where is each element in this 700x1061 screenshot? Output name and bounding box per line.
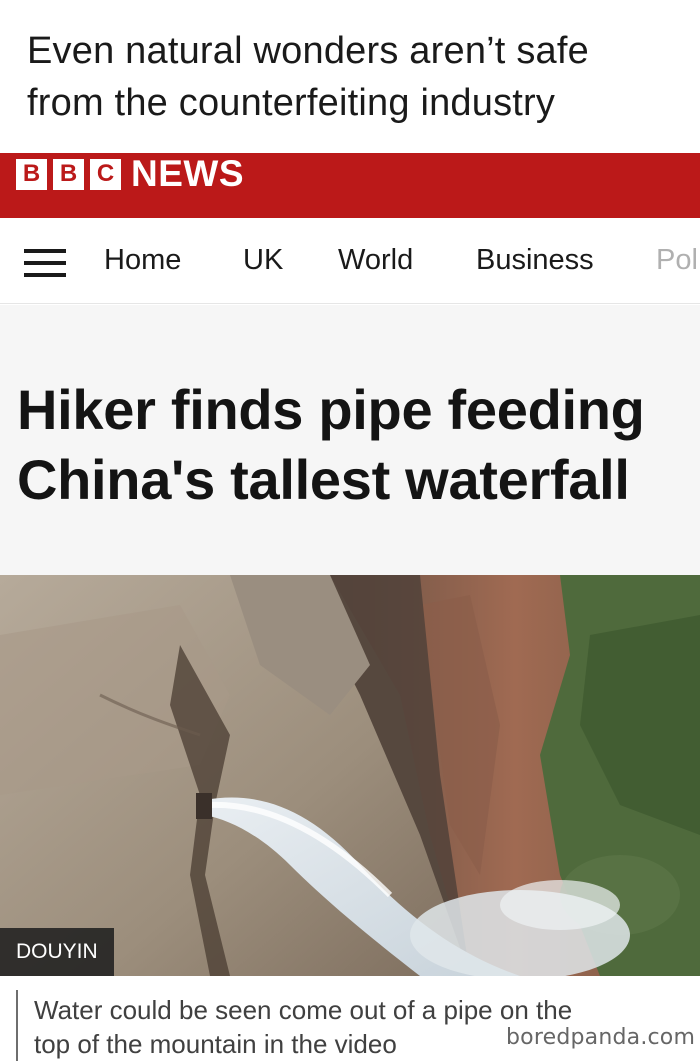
image-caption-line-1: Water could be seen come out of a pipe o…: [34, 995, 573, 1025]
nav-item-home[interactable]: Home: [104, 244, 181, 277]
image-credit-badge: DOUYIN: [0, 928, 114, 976]
bbc-news-logo[interactable]: B B C NEWS: [16, 153, 244, 194]
caption-divider: [16, 990, 18, 1061]
article-headline: Hiker finds pipe feeding China's tallest…: [17, 375, 645, 515]
main-navigation: Home UK World Business Pol: [0, 218, 700, 304]
boredpanda-watermark: boredpanda.com: [506, 1025, 696, 1050]
bbc-logo-block-b2: B: [53, 158, 84, 190]
waterfall-photo-illustration: [0, 575, 700, 976]
headline-line-2: China's tallest waterfall: [17, 448, 630, 511]
article-image-waterfall: [0, 575, 700, 976]
image-caption-line-2: top of the mountain in the video: [34, 1029, 397, 1059]
bbc-news-wordmark: NEWS: [131, 153, 244, 194]
meme-caption-line-1: Even natural wonders aren’t safe: [27, 30, 589, 72]
headline-section: Hiker finds pipe feeding China's tallest…: [0, 305, 700, 575]
bbc-logo-block-c: C: [90, 158, 121, 190]
bbc-logo-block-b1: B: [16, 158, 47, 190]
nav-item-politics-truncated[interactable]: Pol: [656, 244, 698, 277]
nav-item-uk[interactable]: UK: [243, 244, 283, 277]
nav-item-world[interactable]: World: [338, 244, 413, 277]
nav-item-business[interactable]: Business: [476, 244, 594, 277]
meme-caption: Even natural wonders aren’t safe from th…: [0, 0, 700, 153]
meme-caption-line-2: from the counterfeiting industry: [27, 82, 556, 124]
hamburger-menu-icon[interactable]: [24, 249, 66, 277]
headline-line-1: Hiker finds pipe feeding: [17, 378, 645, 441]
